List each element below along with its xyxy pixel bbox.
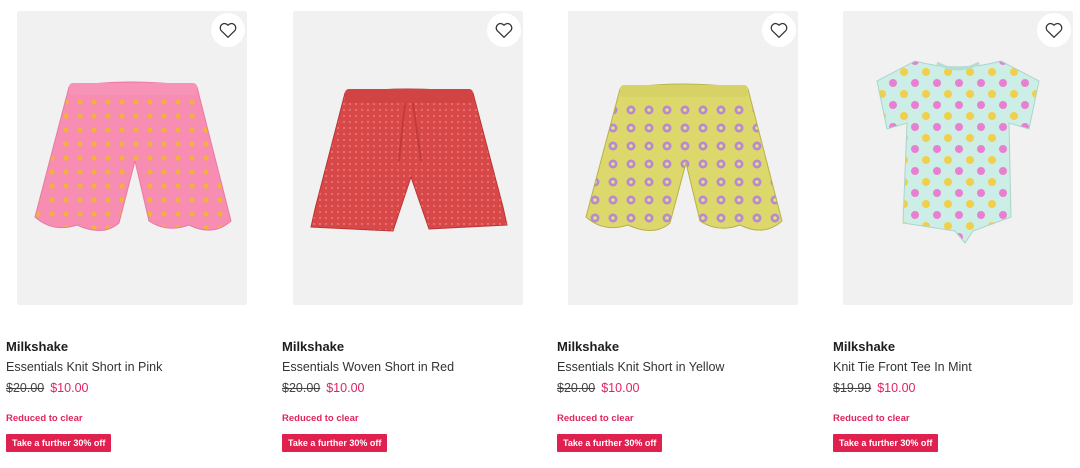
promo-tag: Take a further 30% off [833,434,939,452]
reduced-badge: Reduced to clear [6,413,83,424]
promo-tag: Take a further 30% off [282,434,388,452]
product-card[interactable]: Milkshake Essentials Woven Short in Red … [276,0,536,468]
product-name[interactable]: Essentials Knit Short in Yellow [557,360,724,374]
promo-tag: Take a further 30% off [6,434,112,452]
product-card[interactable]: Milkshake Essentials Knit Short in Pink … [0,0,260,468]
product-image[interactable] [568,11,798,305]
yellow-shorts-image [585,83,783,231]
reduced-badge: Reduced to clear [833,413,910,424]
wishlist-button[interactable] [1037,13,1071,47]
product-card[interactable]: Milkshake Essentials Knit Short in Yello… [551,0,811,468]
product-name[interactable]: Essentials Knit Short in Pink [6,360,162,374]
mint-tee-image [876,60,1040,244]
product-brand[interactable]: Milkshake [833,339,895,354]
sale-price: $10.00 [877,381,916,395]
sale-price: $10.00 [601,381,640,395]
wishlist-button[interactable] [762,13,796,47]
heart-outline-icon [219,22,237,38]
pink-shorts-image [34,81,232,231]
product-brand[interactable]: Milkshake [557,339,619,354]
product-brand[interactable]: Milkshake [282,339,344,354]
reduced-badge: Reduced to clear [557,413,634,424]
wishlist-button[interactable] [211,13,245,47]
sale-price: $10.00 [326,381,365,395]
wishlist-button[interactable] [487,13,521,47]
product-price: $20.00 $10.00 [557,381,639,395]
red-shorts-image [310,88,508,232]
original-price: $20.00 [282,381,321,395]
product-name[interactable]: Knit Tie Front Tee In Mint [833,360,972,374]
original-price: $20.00 [557,381,596,395]
original-price: $20.00 [6,381,45,395]
original-price: $19.99 [833,381,872,395]
product-grid: Milkshake Essentials Knit Short in Pink … [0,0,1080,468]
heart-outline-icon [495,22,513,38]
product-price: $20.00 $10.00 [282,381,364,395]
heart-outline-icon [1045,22,1063,38]
product-price: $20.00 $10.00 [6,381,88,395]
product-card[interactable]: Milkshake Knit Tie Front Tee In Mint $19… [827,0,1080,468]
sale-price: $10.00 [50,381,89,395]
product-image[interactable] [843,11,1073,305]
product-name[interactable]: Essentials Woven Short in Red [282,360,454,374]
reduced-badge: Reduced to clear [282,413,359,424]
promo-tag: Take a further 30% off [557,434,663,452]
product-price: $19.99 $10.00 [833,381,915,395]
product-brand[interactable]: Milkshake [6,339,68,354]
heart-outline-icon [770,22,788,38]
product-image[interactable] [293,11,523,305]
product-image[interactable] [17,11,247,305]
